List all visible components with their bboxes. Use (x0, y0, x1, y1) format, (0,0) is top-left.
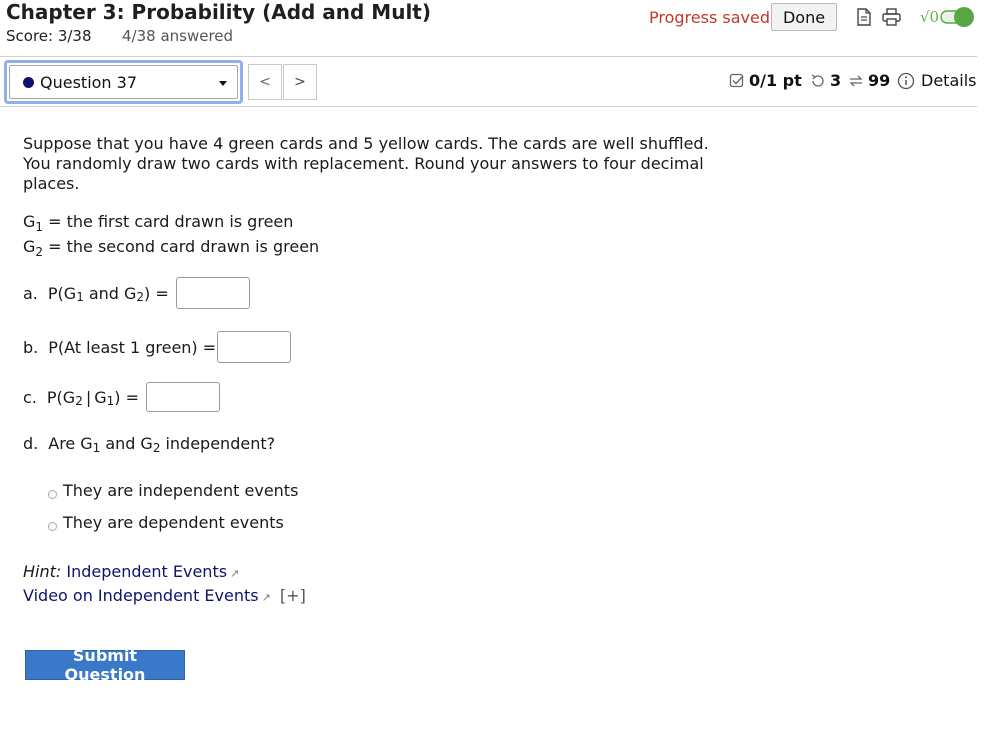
option-dependent[interactable]: They are dependent events (48, 513, 284, 532)
external-link-icon: ↗ (230, 567, 240, 580)
part-d: d. Are G1 and G2 independent? (23, 434, 276, 455)
math-toggle[interactable]: √0 (920, 4, 978, 30)
question-text: Suppose that you have 4 green cards and … (23, 134, 709, 193)
next-question-button[interactable]: > (283, 64, 317, 100)
toggle-switch-icon (940, 7, 975, 27)
details-button[interactable]: Details (897, 71, 976, 90)
part-a: a. P(G 1 and G 2) = (23, 277, 250, 309)
answer-input-c[interactable] (146, 382, 220, 412)
done-button[interactable]: Done (771, 3, 837, 31)
radio-button[interactable] (48, 490, 57, 499)
attempts-icon (849, 75, 863, 86)
attempts-count: 99 (868, 71, 891, 90)
score-text: Score: 3/38 (6, 27, 92, 45)
nav-divider (0, 106, 977, 107)
progress-status: Progress saved (649, 8, 770, 27)
independent-events-link[interactable]: Independent Events (66, 562, 227, 581)
definition-g1: G1 = the first card drawn is green (23, 212, 294, 234)
page-title: Chapter 3: Probability (Add and Mult) (6, 0, 431, 24)
points-text: 0/1 pt (749, 71, 802, 90)
option-label: They are dependent events (63, 513, 284, 532)
expand-button[interactable]: [+] (280, 586, 306, 605)
header-divider (0, 56, 977, 57)
question-select-label: Question 37 (40, 72, 138, 92)
video-link[interactable]: Video on Independent Events (23, 586, 259, 605)
retries-indicator: 3 (810, 71, 841, 90)
variable-definitions: G1 = the first card drawn is green G2 = … (23, 210, 319, 260)
external-link-icon: ↗ (261, 591, 271, 604)
definition-g2: G2 = the second card drawn is green (23, 237, 320, 259)
retry-icon (811, 73, 824, 87)
option-label: They are independent events (63, 481, 299, 500)
answer-input-a[interactable] (175, 277, 250, 309)
part-c: c. P(G 2 | G 1) = (23, 382, 220, 412)
points-badge: 0/1 pt (729, 71, 802, 90)
previous-question-button[interactable]: < (248, 64, 282, 100)
print-icon[interactable] (880, 6, 902, 28)
answer-input-b[interactable] (217, 331, 292, 363)
info-icon (897, 72, 915, 89)
hint-section: Hint: Independent Events ↗ Video on Indep… (23, 561, 306, 609)
sqrt-icon: √0 (920, 8, 940, 26)
details-label: Details (921, 71, 977, 90)
option-independent[interactable]: They are independent events (48, 481, 298, 500)
attempts-indicator: 99 (848, 71, 890, 90)
chevron-down-icon (219, 81, 227, 86)
question-select[interactable]: Question 37 (4, 60, 243, 104)
document-icon[interactable] (853, 6, 875, 28)
part-b: b. P(At least 1 green) = (23, 331, 292, 363)
checkbox-icon (729, 73, 744, 87)
submit-question-button[interactable]: Submit Question (25, 646, 185, 684)
answered-count: 4/38 answered (122, 27, 234, 45)
status-dot-icon (23, 76, 34, 88)
hint-label: Hint: (23, 562, 62, 581)
radio-button[interactable] (48, 522, 57, 531)
retries-count: 3 (830, 71, 842, 90)
